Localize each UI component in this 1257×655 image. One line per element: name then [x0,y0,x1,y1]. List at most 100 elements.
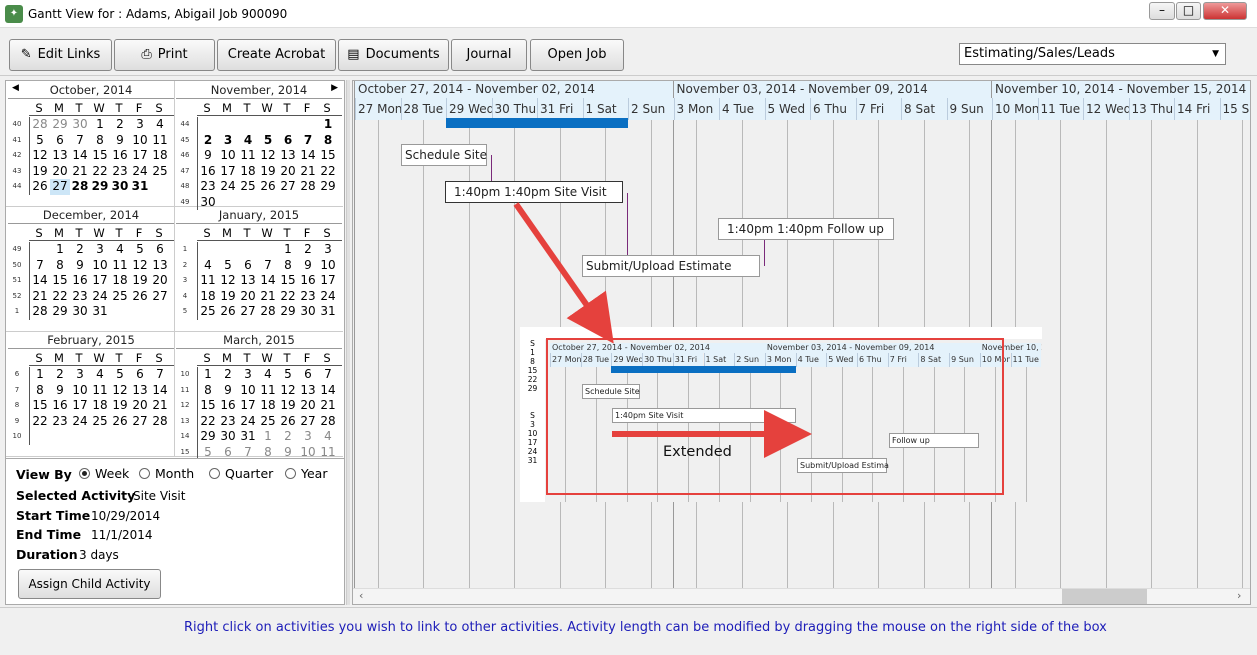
next-month-icon[interactable]: ▶ [331,83,338,93]
task-schedule-site[interactable]: Schedule Site [401,144,487,166]
calendar-day[interactable]: 11 [258,383,278,399]
calendar-day[interactable]: 1 [258,429,278,445]
calendar-day[interactable]: 30 [110,179,130,195]
calendar-day[interactable]: 27 [50,179,70,195]
calendar-day[interactable]: 17 [130,148,150,164]
calendar-day[interactable]: 23 [298,289,318,305]
documents-button[interactable]: ▤ Documents [338,39,449,71]
calendar-day[interactable]: 10 [238,383,258,399]
calendar-day[interactable]: 14 [258,273,278,289]
calendar-day[interactable]: 6 [278,133,298,149]
calendar-day[interactable]: 1 [318,117,338,133]
calendar-day[interactable]: 23 [110,164,130,180]
calendar-day[interactable]: 22 [198,414,218,430]
calendar-day[interactable]: 7 [258,258,278,274]
calendar-day[interactable]: 15 [50,273,70,289]
calendar-day[interactable]: 10 [70,383,90,399]
calendar-day[interactable]: 26 [258,179,278,195]
calendar-day[interactable]: 27 [278,179,298,195]
calendar-day[interactable]: 21 [258,289,278,305]
edit-links-button[interactable]: ✎ Edit Links [9,39,112,71]
calendar-day[interactable]: 7 [30,258,50,274]
calendar-day[interactable]: 20 [298,398,318,414]
task-submit-upload-estimate[interactable]: Submit/Upload Estimate [582,255,760,277]
calendar-day[interactable]: 2 [278,429,298,445]
calendar-day[interactable]: 6 [130,367,150,383]
task-site-visit[interactable]: 1:40pm 1:40pm Site Visit [445,181,623,203]
calendar-day[interactable]: 16 [110,148,130,164]
calendar-day[interactable]: 2 [198,133,218,149]
calendar-day[interactable]: 4 [198,258,218,274]
prev-month-icon[interactable]: ◀ [12,83,19,93]
calendar-day[interactable]: 6 [298,367,318,383]
calendar-day[interactable]: 29 [90,179,110,195]
maximize-icon[interactable]: □ [1176,2,1201,20]
radio-week[interactable]: Week [79,466,129,481]
calendar-day[interactable]: 27 [298,414,318,430]
calendar-day[interactable]: 19 [218,289,238,305]
calendar-day[interactable]: 21 [70,164,90,180]
calendar-day[interactable]: 16 [198,164,218,180]
calendar-day[interactable]: 12 [130,258,150,274]
calendar-day[interactable]: 1 [50,242,70,258]
category-dropdown[interactable]: Estimating/Sales/Leads ▼ [959,43,1226,65]
calendar-day[interactable]: 28 [298,179,318,195]
calendar-day[interactable]: 26 [30,179,50,195]
scrollbar-thumb[interactable] [1062,589,1147,604]
calendar-day[interactable]: 8 [198,383,218,399]
calendar-day[interactable]: 13 [298,383,318,399]
calendar-day[interactable]: 19 [130,273,150,289]
calendar-day[interactable]: 7 [298,133,318,149]
calendar-day[interactable]: 11 [198,273,218,289]
calendar-day[interactable]: 13 [130,383,150,399]
vertical-scrollbar[interactable] [1251,80,1257,605]
calendar-day[interactable]: 29 [278,304,298,320]
calendar-day[interactable]: 31 [130,179,150,195]
calendar-day[interactable]: 11 [110,258,130,274]
calendar-day[interactable]: 8 [90,133,110,149]
calendar-day[interactable]: 29 [198,429,218,445]
create-acrobat-button[interactable]: Create Acrobat [217,39,336,71]
calendar-day[interactable]: 10 [318,258,338,274]
calendar-day[interactable]: 21 [30,289,50,305]
scroll-left-icon[interactable]: ‹ [359,589,363,602]
calendar-day[interactable]: 13 [50,148,70,164]
calendar-day[interactable]: 6 [238,258,258,274]
calendar-day[interactable]: 3 [298,429,318,445]
calendar-day[interactable]: 27 [150,289,170,305]
calendar-day[interactable]: 9 [218,383,238,399]
calendar-day[interactable]: 7 [150,367,170,383]
calendar-day[interactable]: 20 [278,164,298,180]
calendar-day[interactable]: 23 [218,414,238,430]
scroll-right-icon[interactable]: › [1237,589,1241,602]
calendar-day[interactable]: 2 [50,367,70,383]
calendar-day[interactable]: 15 [30,398,50,414]
calendar-day[interactable]: 19 [30,164,50,180]
calendar-day[interactable]: 22 [30,414,50,430]
calendar-day[interactable]: 3 [90,242,110,258]
calendar-day[interactable]: 4 [90,367,110,383]
calendar-day[interactable]: 10 [90,258,110,274]
calendar-day[interactable]: 25 [238,179,258,195]
calendar-day[interactable]: 19 [258,164,278,180]
calendar-day[interactable]: 25 [110,289,130,305]
calendar-day[interactable]: 15 [90,148,110,164]
calendar-day[interactable]: 25 [198,304,218,320]
calendar-day[interactable]: 29 [50,117,70,133]
calendar-day[interactable]: 3 [218,133,238,149]
calendar-day[interactable]: 21 [298,164,318,180]
calendar-day[interactable]: 9 [50,383,70,399]
calendar-day[interactable]: 17 [238,398,258,414]
calendar-day[interactable]: 4 [110,242,130,258]
calendar-day[interactable]: 14 [318,383,338,399]
calendar-day[interactable]: 5 [278,367,298,383]
assign-child-activity-button[interactable]: Assign Child Activity [18,569,161,599]
calendar-day[interactable]: 21 [150,398,170,414]
calendar-day[interactable]: 1 [198,367,218,383]
calendar-day[interactable]: 24 [318,289,338,305]
calendar-day[interactable]: 2 [70,242,90,258]
calendar-day[interactable]: 25 [90,414,110,430]
calendar-day[interactable]: 21 [318,398,338,414]
calendar-day[interactable]: 24 [130,164,150,180]
calendar-day[interactable]: 10 [218,148,238,164]
